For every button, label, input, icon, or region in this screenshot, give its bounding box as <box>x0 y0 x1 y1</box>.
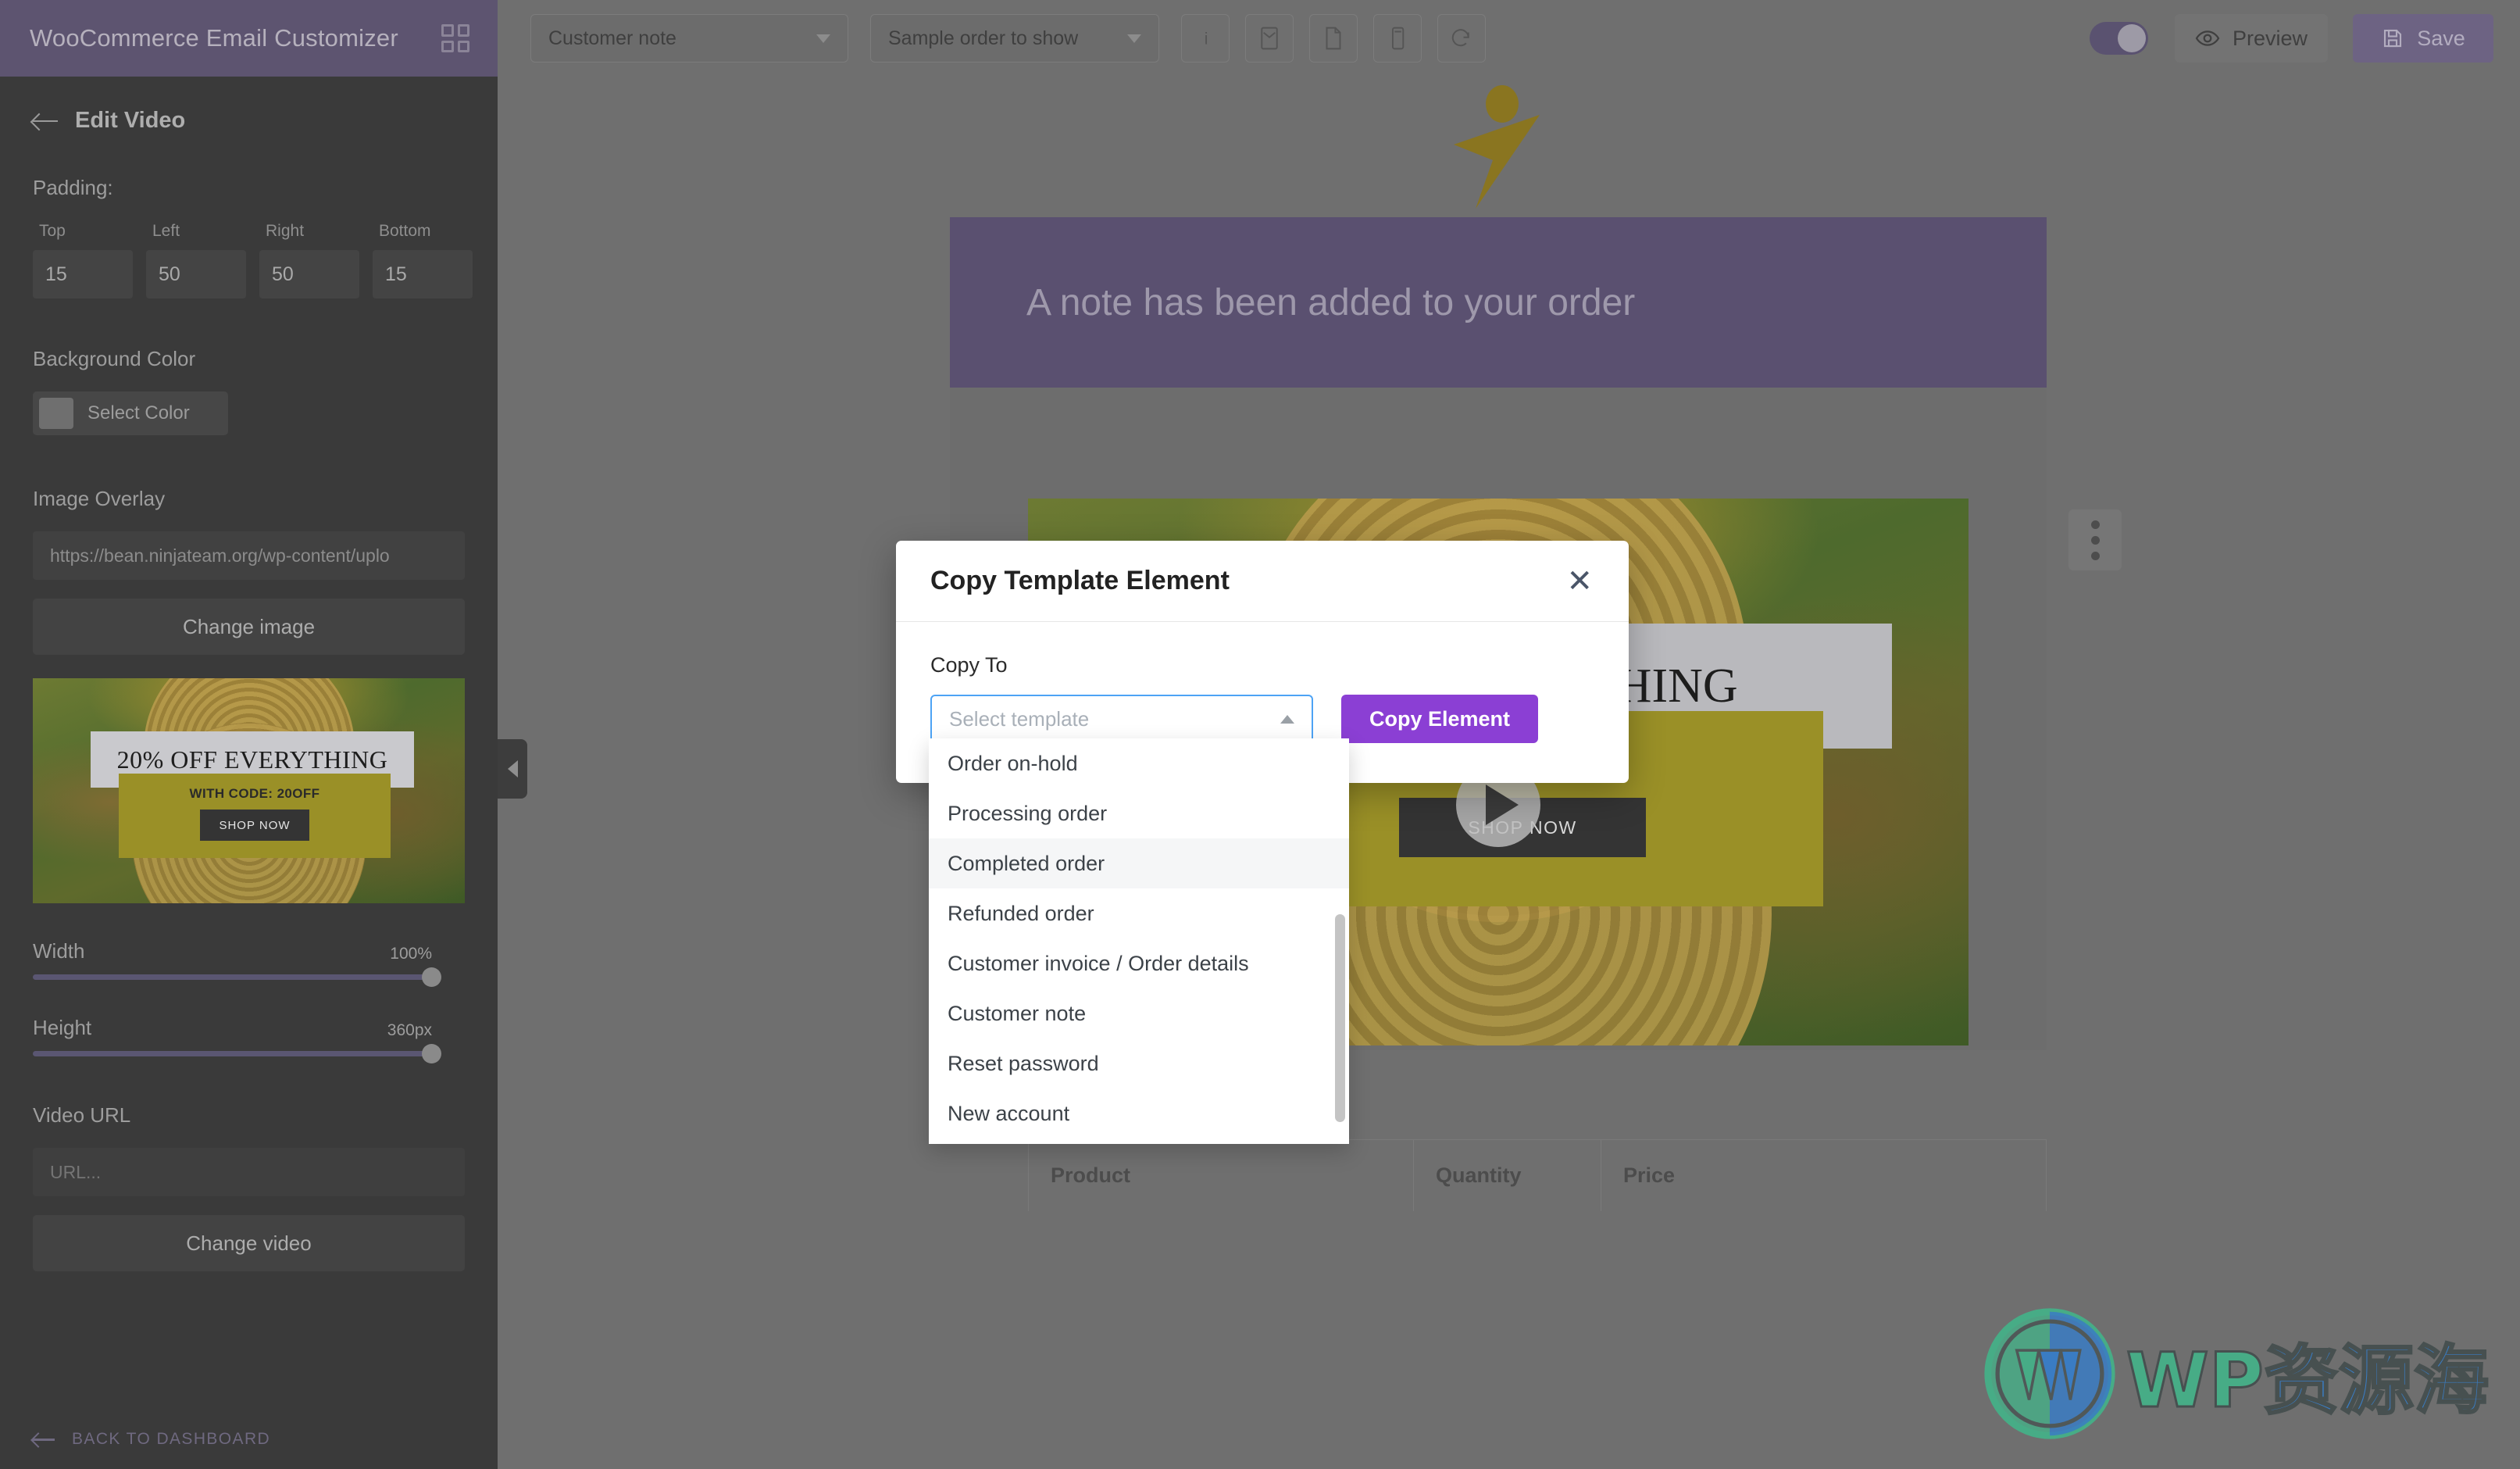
watermark-en: WP <box>2125 1335 2265 1425</box>
modal-title: Copy Template Element <box>930 566 1230 595</box>
dropdown-option-order-on-hold[interactable]: Order on-hold <box>929 738 1349 788</box>
dropdown-option-processing-order[interactable]: Processing order <box>929 788 1349 838</box>
template-target-placeholder: Select template <box>949 706 1090 731</box>
dropdown-option-completed-order[interactable]: Completed order <box>929 838 1349 888</box>
template-target-select[interactable]: Select template <box>930 695 1313 743</box>
chevron-up-icon <box>1280 714 1294 724</box>
watermark: WP资源海 <box>1981 1305 2490 1442</box>
dropdown-option-customer-note[interactable]: Customer note <box>929 988 1349 1038</box>
copy-to-label: Copy To <box>930 653 1008 677</box>
dropdown-scrollbar[interactable] <box>1335 914 1345 1122</box>
dropdown-option-refunded-order[interactable]: Refunded order <box>929 888 1349 938</box>
watermark-text: WP资源海 <box>2125 1320 2490 1428</box>
wordpress-logo-icon <box>1984 1308 2115 1439</box>
copy-element-button[interactable]: Copy Element <box>1341 695 1539 743</box>
modal-header: Copy Template Element ✕ <box>896 541 1629 622</box>
template-target-dropdown[interactable]: Order on-hold Processing order Completed… <box>929 738 1349 1144</box>
dropdown-option-new-account[interactable]: New account <box>929 1088 1349 1138</box>
watermark-cn: 资源海 <box>2263 1335 2490 1425</box>
copy-to-row: Select template Copy Element <box>930 695 1594 743</box>
dropdown-option-reset-password[interactable]: Reset password <box>929 1038 1349 1088</box>
dropdown-option-customer-invoice[interactable]: Customer invoice / Order details <box>929 938 1349 988</box>
close-x-icon[interactable]: ✕ <box>1566 566 1593 597</box>
modal-body: Copy To Select template Copy Element <box>896 622 1629 743</box>
